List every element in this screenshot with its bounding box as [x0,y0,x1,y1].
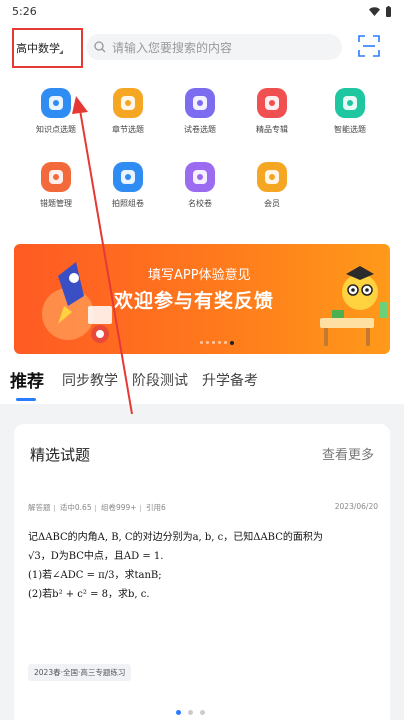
question-meta: 解答题 适中0.65 组卷999+ 引用6 2023/06/20 [28,502,378,513]
top-bar: 高中数学 请输入您要搜索的内容 [0,26,404,70]
feature-label: 名校卷 [188,199,212,208]
banner-pager [200,341,234,345]
feature-label: 智能选题 [334,125,366,134]
banner-headline: 欢迎参与有奖反馈 [114,290,275,312]
feature-label: 拍照组卷 [112,199,144,208]
feature-school[interactable]: 名校卷 [162,162,238,209]
question-difficulty: 适中0.65 [59,503,92,512]
feature-label: 精品专辑 [256,125,288,134]
tab-sync-teaching[interactable]: 同步教学 [62,370,118,390]
question-usage: 组卷999+ [100,503,137,512]
question-line: (1)若∠ADC = π/3，求tanB; [28,570,162,581]
chapter-icon [113,88,143,118]
search-icon [94,41,106,53]
subject-label: 高中数学 [16,42,60,55]
status-bar: 5:26 [0,0,404,22]
question-line: 记ΔABC的内角A, B, C的对边分别为a, b, c，已知ΔABC的面积为 [28,532,323,543]
tab-recommend[interactable]: 推荐 [10,367,44,392]
member-icon [257,162,287,192]
feature-member[interactable]: 会员 [234,162,310,209]
tab-indicator [16,398,36,401]
subject-selector[interactable]: 高中数学 [12,28,83,68]
promo-banner[interactable]: 填写APP体验意见 欢迎参与有奖反馈 [14,244,390,354]
tab-stage-test[interactable]: 阶段测试 [132,370,188,390]
tab-exam-prep[interactable]: 升学备考 [202,370,258,390]
wifi-icon [369,6,380,16]
search-placeholder: 请输入您要搜索的内容 [112,40,233,55]
question-line: (2)若b² + c² = 8，求b, c. [28,589,150,600]
question-line: √3，D为BC中点，且AD = 1. [28,551,164,562]
feature-camera[interactable]: 拍照组卷 [90,162,166,209]
see-more-link[interactable]: 查看更多 [322,444,374,463]
card-pager [176,710,205,715]
question-citations: 引用6 [145,503,166,512]
feature-album[interactable]: 精品专辑 [234,88,310,135]
pager-dot [176,710,181,715]
feature-label: 知识点选题 [36,125,76,134]
camera-icon [113,162,143,192]
pager-dot [188,710,193,715]
question-source-tag: 2023春·全国·高三专题练习 [28,664,132,681]
feature-smart[interactable]: 智能选题 [312,88,388,135]
feature-mistake[interactable]: 错题管理 [18,162,94,209]
feature-label: 试卷选题 [184,125,216,134]
question-body[interactable]: 记ΔABC的内角A, B, C的对边分别为a, b, c，已知ΔABC的面积为 … [28,528,378,604]
knowledge-icon [41,88,71,118]
feature-label: 错题管理 [40,199,72,208]
feature-knowledge[interactable]: 知识点选题 [18,88,94,135]
caret-down-icon [59,50,63,54]
smart-icon [335,88,365,118]
search-input[interactable]: 请输入您要搜索的内容 [86,34,342,60]
paper-icon [185,88,215,118]
feature-paper[interactable]: 试卷选题 [162,88,238,135]
album-icon [257,88,287,118]
pager-dot [200,710,205,715]
battery-icon [386,5,391,17]
featured-questions-card[interactable]: 精选试题 查看更多 解答题 适中0.65 组卷999+ 引用6 2023/06/… [14,424,390,720]
question-date: 2023/06/20 [334,502,378,511]
question-type: 解答题 [28,503,51,512]
feature-chapter[interactable]: 章节选题 [90,88,166,135]
feature-label: 章节选题 [112,125,144,134]
feature-label: 会员 [264,199,280,208]
scan-icon[interactable] [358,35,380,57]
category-tabs: 推荐 同步教学 阶段测试 升学备考 [0,364,404,404]
status-time: 5:26 [12,4,37,18]
banner-subtitle: 填写APP体验意见 [148,268,251,283]
section-title: 精选试题 [30,446,91,464]
school-icon [185,162,215,192]
mistake-icon [41,162,71,192]
